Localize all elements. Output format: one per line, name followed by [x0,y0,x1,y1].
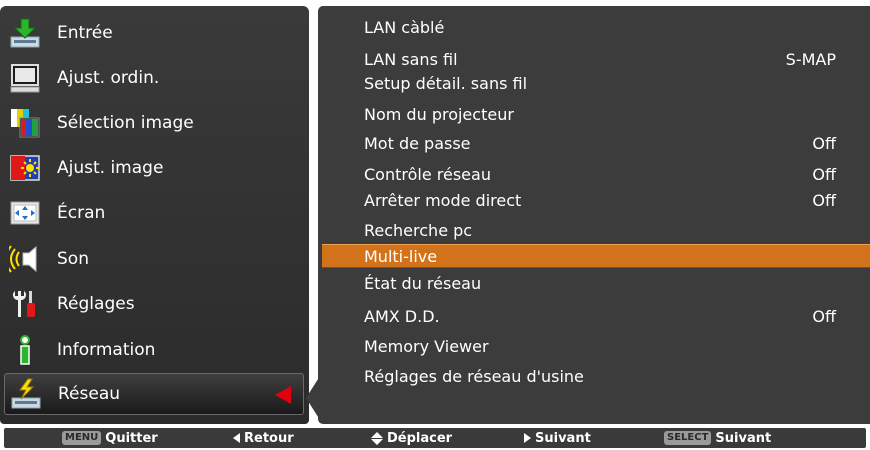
submenu-item-value: S-MAP [785,49,836,69]
submenu-item-label: Recherche pc [364,220,473,240]
footer-back-label: Retour [244,430,294,446]
menu-item-label: Écran [57,203,106,223]
image-adjust-icon [7,150,43,186]
submenu-item-controle-reseau[interactable]: Contrôle réseau Off [322,162,870,186]
arrow-up-down-icon [371,431,383,445]
submenu-item-value: Off [812,190,836,210]
submenu-item-label: Mot de passe [364,133,471,153]
menu-item-ajust-image[interactable]: Ajust. image [4,147,304,189]
settings-icon [7,286,43,322]
submenu-item-mot-de-passe[interactable]: Mot de passe Off [322,131,870,155]
input-icon [7,15,43,51]
menu-item-reglages[interactable]: Réglages [4,283,304,325]
footer-next: Suivant [524,428,591,448]
menu-item-ajust-ordin[interactable]: Ajust. ordin. [4,57,304,99]
footer-move: Déplacer [371,428,452,448]
submenu-item-label: Nom du projecteur [364,104,514,124]
selection-arrow-icon [275,386,291,404]
submenu-item-lan-cable[interactable]: LAN càblé [322,15,870,39]
submenu-item-arreter-mode-direct[interactable]: Arrêter mode direct Off [322,188,870,212]
menu-item-reseau[interactable]: Réseau [4,373,304,415]
arrow-left-icon [233,433,240,443]
menu-item-label: Ajust. ordin. [57,68,160,88]
submenu-item-value: Off [812,133,836,153]
submenu-item-amx-dd[interactable]: AMX D.D. Off [322,304,870,328]
menu-item-entree[interactable]: Entrée [4,12,304,54]
submenu-item-label: Setup détail. sans fil [364,73,528,93]
image-select-icon [7,105,43,141]
menu-item-label: Réglages [57,294,135,314]
submenu-item-label: AMX D.D. [364,306,440,326]
sound-icon [7,241,43,277]
menu-item-label: Réseau [58,384,121,404]
menu-item-selection-image[interactable]: Sélection image [4,102,304,144]
submenu-item-label: Arrêter mode direct [364,190,522,210]
arrow-right-icon [524,433,531,443]
submenu-item-setup-detail[interactable]: Setup détail. sans fil [322,71,870,95]
footer-next-label: Suivant [535,430,591,446]
submenu-item-label: Réglages de réseau d'usine [364,366,584,386]
submenu-item-memory-viewer[interactable]: Memory Viewer [322,334,870,358]
footer-select: SELECT Suivant [664,428,771,448]
footer-back: Retour [233,428,294,448]
computer-icon [7,60,43,96]
information-icon [7,332,43,368]
submenu-item-label: Multi-live [364,246,438,266]
footer-help-bar: MENU Quitter Retour Déplacer Suivant SEL… [4,428,866,448]
submenu-item-label: LAN càblé [364,17,445,37]
submenu-item-value: Off [812,306,836,326]
footer-quit: MENU Quitter [62,428,158,448]
select-key-badge: SELECT [664,431,712,445]
submenu-item-label: État du réseau [364,273,482,293]
submenu-item-label: LAN sans fil [364,49,458,69]
menu-item-label: Ajust. image [57,158,164,178]
submenu-item-value: Off [812,164,836,184]
menu-key-badge: MENU [62,431,102,445]
menu-item-label: Sélection image [57,113,194,133]
submenu-panel: LAN càblé LAN sans fil S-MAP Setup détai… [318,6,870,424]
submenu-item-label: Memory Viewer [364,336,489,356]
footer-move-label: Déplacer [387,430,453,446]
submenu-item-etat-reseau[interactable]: État du réseau [322,271,870,295]
menu-item-label: Son [57,249,89,269]
submenu-item-nom-projecteur[interactable]: Nom du projecteur [322,102,870,126]
menu-item-information[interactable]: Information [4,329,304,371]
footer-quit-label: Quitter [105,430,158,446]
submenu-item-label: Contrôle réseau [364,164,491,184]
footer-select-label: Suivant [715,430,772,446]
submenu-item-lan-sans-fil[interactable]: LAN sans fil S-MAP [322,47,870,71]
screen-icon [7,195,43,231]
menu-item-son[interactable]: Son [4,238,304,280]
menu-item-label: Information [57,340,156,360]
menu-item-label: Entrée [57,23,113,43]
submenu-item-recherche-pc[interactable]: Recherche pc [322,218,870,242]
submenu-item-multi-live[interactable]: Multi-live [322,244,870,268]
submenu-item-reglages-reseau-usine[interactable]: Réglages de réseau d'usine [322,364,870,388]
network-icon [8,376,44,412]
menu-item-ecran[interactable]: Écran [4,192,304,234]
main-menu-panel: Entrée Ajust. ordin. Sélection image Aju… [0,6,309,424]
